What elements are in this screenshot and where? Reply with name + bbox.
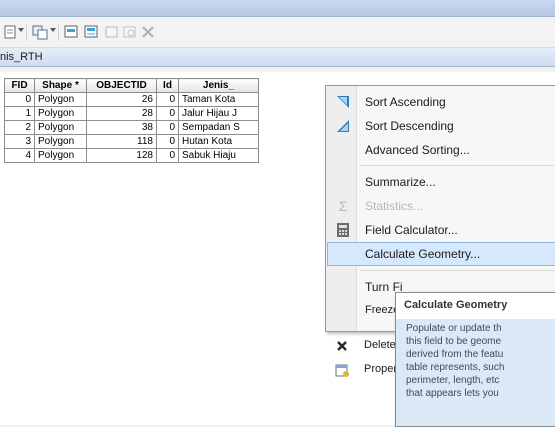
cell-shape[interactable]: Polygon bbox=[34, 134, 87, 149]
menu-item-field-calculator[interactable]: Field Calculator... bbox=[327, 218, 555, 242]
menu-item-label: Delete bbox=[364, 339, 396, 351]
column-header-shape[interactable]: Shape * bbox=[34, 78, 87, 93]
table-options-dropdown-icon[interactable] bbox=[18, 28, 24, 32]
table-toolbar bbox=[0, 17, 555, 48]
cell-fid[interactable]: 1 bbox=[4, 106, 35, 121]
tooltip-line: this field to be geome bbox=[406, 336, 502, 347]
cell-fid[interactable]: 4 bbox=[4, 148, 35, 163]
menu-item-sort-descending[interactable]: Sort Descending bbox=[327, 114, 555, 138]
cell-jenis[interactable]: Taman Kota bbox=[178, 92, 259, 107]
cell-jenis[interactable]: Jalur Hijau J bbox=[178, 106, 259, 121]
menu-item-label: Calculate Geometry... bbox=[365, 247, 481, 261]
cell-jenis[interactable]: Sempadan S bbox=[178, 120, 259, 135]
tooltip-line: Populate or update th bbox=[406, 323, 502, 334]
sort-ascending-icon bbox=[335, 94, 351, 110]
cell-jenis[interactable]: Sabuk Hiaju bbox=[178, 148, 259, 163]
menu-item-statistics[interactable]: Σ Statistics... bbox=[327, 194, 555, 218]
properties-icon bbox=[334, 362, 350, 378]
cell-jenis[interactable]: Hutan Kota bbox=[178, 134, 259, 149]
attribute-grid: FID Shape * OBJECTID Id Jenis_ 0 Polygon… bbox=[4, 78, 259, 163]
menu-item-sort-ascending[interactable]: Sort Ascending bbox=[327, 90, 555, 114]
menu-item-label: Advanced Sorting... bbox=[365, 143, 470, 157]
cell-id[interactable]: 0 bbox=[156, 92, 179, 107]
tooltip-body: Populate or update th this field to be g… bbox=[396, 319, 555, 426]
menu-item-summarize[interactable]: Summarize... bbox=[327, 170, 555, 194]
related-tables-dropdown-icon[interactable] bbox=[50, 28, 56, 32]
cell-shape[interactable]: Polygon bbox=[34, 106, 87, 121]
cell-objectid[interactable]: 26 bbox=[86, 92, 157, 107]
tooltip-title: Calculate Geometry bbox=[404, 299, 508, 311]
tooltip-line: that appears lets you bbox=[406, 388, 499, 399]
table-row[interactable]: 4 Polygon 128 0 Sabuk Hiaju bbox=[4, 148, 259, 163]
column-header-jenis[interactable]: Jenis_ bbox=[178, 78, 259, 93]
table-row[interactable]: 1 Polygon 28 0 Jalur Hijau J bbox=[4, 106, 259, 121]
menu-item-label: Field Calculator... bbox=[365, 223, 458, 237]
cell-objectid[interactable]: 28 bbox=[86, 106, 157, 121]
cell-shape[interactable]: Polygon bbox=[34, 120, 87, 135]
toolbar-divider bbox=[58, 25, 59, 41]
menu-item-calculate-geometry[interactable]: Calculate Geometry... bbox=[327, 242, 555, 266]
window-title-bar bbox=[0, 0, 555, 17]
menu-item-advanced-sorting[interactable]: Advanced Sorting... bbox=[327, 138, 555, 162]
tooltip-line: perimeter, length, etc bbox=[406, 375, 500, 386]
menu-item-label: Sort Ascending bbox=[365, 95, 446, 109]
cell-fid[interactable]: 2 bbox=[4, 120, 35, 135]
cell-fid[interactable]: 3 bbox=[4, 134, 35, 149]
menu-item-properties[interactable]: Proper bbox=[326, 358, 398, 382]
cell-objectid[interactable]: 38 bbox=[86, 120, 157, 135]
select-by-attributes-icon[interactable] bbox=[64, 24, 80, 40]
cell-fid[interactable]: 0 bbox=[4, 92, 35, 107]
sort-descending-icon bbox=[335, 118, 351, 134]
cell-id[interactable]: 0 bbox=[156, 148, 179, 163]
menu-separator bbox=[360, 165, 554, 166]
table-options-icon[interactable] bbox=[4, 24, 20, 40]
cell-shape[interactable]: Polygon bbox=[34, 92, 87, 107]
cell-objectid[interactable]: 118 bbox=[86, 134, 157, 149]
statistics-icon: Σ bbox=[338, 198, 348, 214]
calculate-geometry-tooltip: Calculate Geometry Populate or update th… bbox=[395, 292, 555, 427]
delete-icon bbox=[334, 338, 350, 354]
cell-id[interactable]: 0 bbox=[156, 134, 179, 149]
menu-separator bbox=[360, 270, 554, 271]
table-tab[interactable]: nis_RTH bbox=[0, 48, 555, 67]
table-tab-label: nis_RTH bbox=[0, 51, 43, 63]
menu-item-label: Summarize... bbox=[365, 175, 436, 189]
toolbar-divider bbox=[26, 25, 27, 41]
cell-id[interactable]: 0 bbox=[156, 106, 179, 121]
table-row[interactable]: 2 Polygon 38 0 Sempadan S bbox=[4, 120, 259, 135]
calculator-icon bbox=[335, 222, 351, 238]
tooltip-line: table represents, such bbox=[406, 362, 505, 373]
menu-item-label: Sort Descending bbox=[365, 119, 454, 133]
table-row[interactable]: 3 Polygon 118 0 Hutan Kota bbox=[4, 134, 259, 149]
delete-selected-icon[interactable] bbox=[140, 24, 156, 40]
related-tables-icon[interactable] bbox=[32, 24, 48, 40]
cell-id[interactable]: 0 bbox=[156, 120, 179, 135]
menu-item-label: Proper bbox=[364, 363, 398, 375]
menu-item-label: Statistics... bbox=[365, 199, 424, 213]
tooltip-line: derived from the featu bbox=[406, 349, 504, 360]
clear-selection-icon[interactable] bbox=[104, 24, 120, 40]
zoom-to-selected-icon[interactable] bbox=[122, 24, 138, 40]
column-header-id[interactable]: Id bbox=[156, 78, 179, 93]
table-row[interactable]: 0 Polygon 26 0 Taman Kota bbox=[4, 92, 259, 107]
column-header-fid[interactable]: FID bbox=[4, 78, 35, 93]
menu-item-delete[interactable]: Delete bbox=[326, 334, 396, 358]
cell-objectid[interactable]: 128 bbox=[86, 148, 157, 163]
cell-shape[interactable]: Polygon bbox=[34, 148, 87, 163]
switch-selection-icon[interactable] bbox=[84, 24, 100, 40]
column-header-objectid[interactable]: OBJECTID bbox=[86, 78, 157, 93]
